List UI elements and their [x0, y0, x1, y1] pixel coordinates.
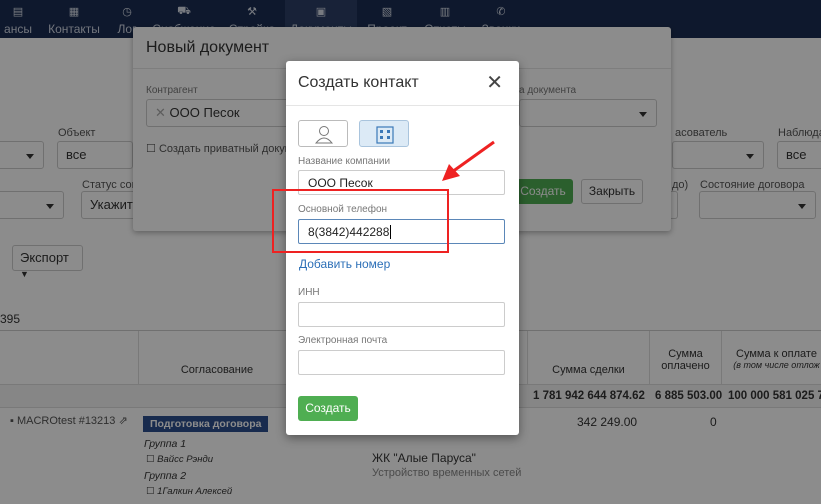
annotation-arrow-icon — [442, 140, 495, 181]
